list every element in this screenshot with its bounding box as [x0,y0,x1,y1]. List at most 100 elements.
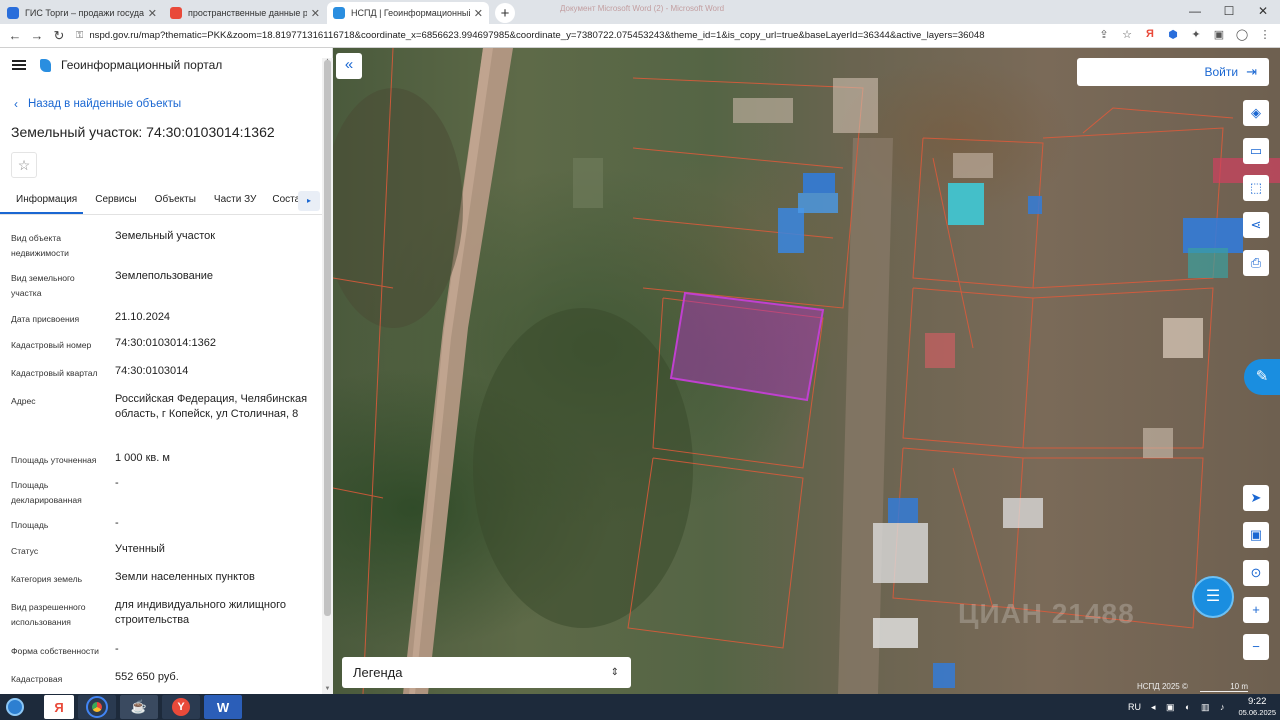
taskbar-java-app[interactable]: ☕ [120,695,158,719]
print-button[interactable]: ⎙ [1243,250,1269,276]
legend-label: Легенда [353,665,403,680]
clock-date: 05.06.2025 [1238,708,1276,717]
browser-tab-yandex-search[interactable]: пространственные данные рос ✕ [164,2,326,24]
back-arrow-icon[interactable]: ← [4,28,26,43]
tab-title: ГИС Торги – продажи государств [25,8,144,18]
sidebar-icon[interactable]: ▣ [1212,28,1226,41]
panel-scrollbar[interactable]: ▲ ▼ [322,58,333,694]
portal-title: Геоинформационный портал [61,58,223,72]
attribute-value: 74:30:0103014:1362 [115,337,216,349]
browser-address-bar: ← → ↻ ⚿ nspd.gov.ru/map?thematic=PKK&zoom… [0,24,1280,48]
site-info-icon[interactable]: ⚿ [76,30,83,41]
window-controls: — ☐ ✕ [1178,0,1280,24]
back-to-results-link[interactable]: ‹ Назад в найденные объекты [14,97,181,111]
select-area-icon: ⬚ [1249,180,1263,195]
url-field[interactable]: ⚿ nspd.gov.ru/map?thematic=PKK&zoom=18.81… [76,30,1086,41]
attribute-value: 1 000 кв. м [115,452,170,464]
menu-icon[interactable] [12,60,26,70]
map-canvas[interactable]: ЦИАН 21488 [333,48,1280,694]
browser-menu-icon[interactable]: ⋮ [1258,28,1272,41]
minimap-button[interactable]: ▣ [1243,522,1269,548]
bookmark-star-icon[interactable]: ☆ [1120,28,1134,41]
ruler-button[interactable]: ▭ [1243,138,1269,164]
attribute-label: Адрес [11,396,36,406]
favorite-star-icon[interactable]: ☆ [11,152,37,178]
maximize-icon[interactable]: ☐ [1212,0,1246,24]
attribute-value: Учтенный [115,543,165,555]
browser-tab-nspd[interactable]: НСПД | Геоинформационный п ✕ [327,2,489,24]
selected-parcel[interactable] [669,291,825,402]
attribute-value: - [115,643,119,655]
tab-title: пространственные данные рос [188,8,307,18]
browser-tab-gis-torgi[interactable]: ГИС Торги – продажи государств ✕ [1,2,163,24]
taskbar-yandex-browser-app[interactable]: Y [162,695,200,719]
attribute-value: для индивидуального жилищного строительс… [115,599,287,626]
close-tab-icon[interactable]: ✕ [148,7,157,20]
reload-icon[interactable]: ↻ [48,28,70,44]
attribute-label: Вид объекта недвижимости [11,233,69,258]
attribute-label: Кадастровый номер [11,340,92,350]
tab-information[interactable]: Информация [0,188,84,214]
attribute-label: Вид разрешенного использования [11,602,86,627]
search-location-button[interactable]: ⊙ [1243,560,1269,586]
clock[interactable]: 9:22 05.06.2025 [1238,696,1276,718]
attribute-value: Землепользование [115,270,214,282]
close-tab-icon[interactable]: ✕ [311,7,320,20]
select-area-button[interactable]: ⬚ [1243,175,1269,201]
tabs-scroll-right-icon[interactable]: ▸ [298,191,320,211]
extensions-puzzle-icon[interactable]: ✦ [1189,28,1203,41]
scroll-down-icon[interactable]: ▼ [322,686,333,692]
minimize-icon[interactable]: — [1178,0,1212,24]
tray-icons[interactable]: ◂ ▣ ◐ ▥ ♪ [1151,702,1228,713]
tab-land-parts[interactable]: Части ЗУ [208,188,262,214]
yandex-extension-icon[interactable]: Я [1143,28,1157,41]
ruler-icon: ▭ [1249,143,1263,158]
taskbar-yandex-app[interactable]: Я [44,695,74,719]
street [838,138,893,694]
layers-button[interactable]: ◈ [1243,100,1269,126]
tab-services[interactable]: Сервисы [89,188,142,214]
locate-me-button[interactable]: ➤ [1243,485,1269,511]
shield-extension-icon[interactable]: ⬢ [1166,28,1180,41]
legend-dropdown[interactable]: Легенда ⇕ [342,657,631,688]
object-title: Земельный участок: 74:30:0103014:1362 [11,124,275,140]
map-copyright: НСПД 2025 © [1137,682,1188,691]
tab-title: НСПД | Геоинформационный п [351,8,470,18]
taskbar-chrome-app[interactable] [78,695,116,719]
clock-time: 9:22 [1247,696,1267,707]
zoom-in-button[interactable]: + [1243,597,1269,623]
background-window-title: Документ Microsoft Word (2) - Microsoft … [560,4,725,13]
chat-button[interactable]: ☰ [1192,576,1234,618]
attribute-label: Площадь декларированная [11,480,82,505]
profile-avatar-icon[interactable]: ◯ [1235,28,1249,41]
minimap-icon: ▣ [1249,527,1263,542]
attribute-label: Форма собственности [11,646,99,656]
login-button[interactable]: Войти ⇥ [1077,58,1269,86]
close-window-icon[interactable]: ✕ [1246,0,1280,24]
browser-tabbar: ГИС Торги – продажи государств ✕ простра… [0,0,1280,24]
forward-arrow-icon[interactable]: → [26,28,48,43]
share-icon: ⋖ [1250,217,1262,232]
tab-objects[interactable]: Объекты [149,188,202,214]
zoom-out-button[interactable]: − [1243,634,1269,660]
taskbar-word-app[interactable]: W [204,695,242,719]
system-tray: RU ◂ ▣ ◐ ▥ ♪ 9:22 05.06.2025 [1128,694,1276,720]
collapse-panel-button[interactable]: « [336,53,362,79]
layers-icon: ◈ [1251,105,1261,120]
scrollbar-thumb[interactable] [324,60,331,616]
feedback-side-button[interactable]: ✎ [1244,359,1280,395]
buildings [573,78,1280,688]
share-map-button[interactable]: ⋖ [1243,212,1269,238]
tabs-divider [0,214,322,215]
start-button[interactable] [0,694,30,720]
print-icon: ⎙ [1250,255,1262,270]
share-icon[interactable]: ⇪ [1097,28,1111,41]
panel-header: Геоинформационный портал [12,58,222,72]
nspd-favicon-icon [333,7,345,19]
new-tab-button[interactable]: + [495,3,515,23]
language-indicator[interactable]: RU [1128,702,1141,712]
close-tab-icon[interactable]: ✕ [474,7,483,20]
info-tabs: Информация Сервисы Объекты Части ЗУ Сост… [0,188,322,214]
attribute-label: Площадь уточненная [11,455,97,465]
attribute-value: 21.10.2024 [115,311,171,323]
